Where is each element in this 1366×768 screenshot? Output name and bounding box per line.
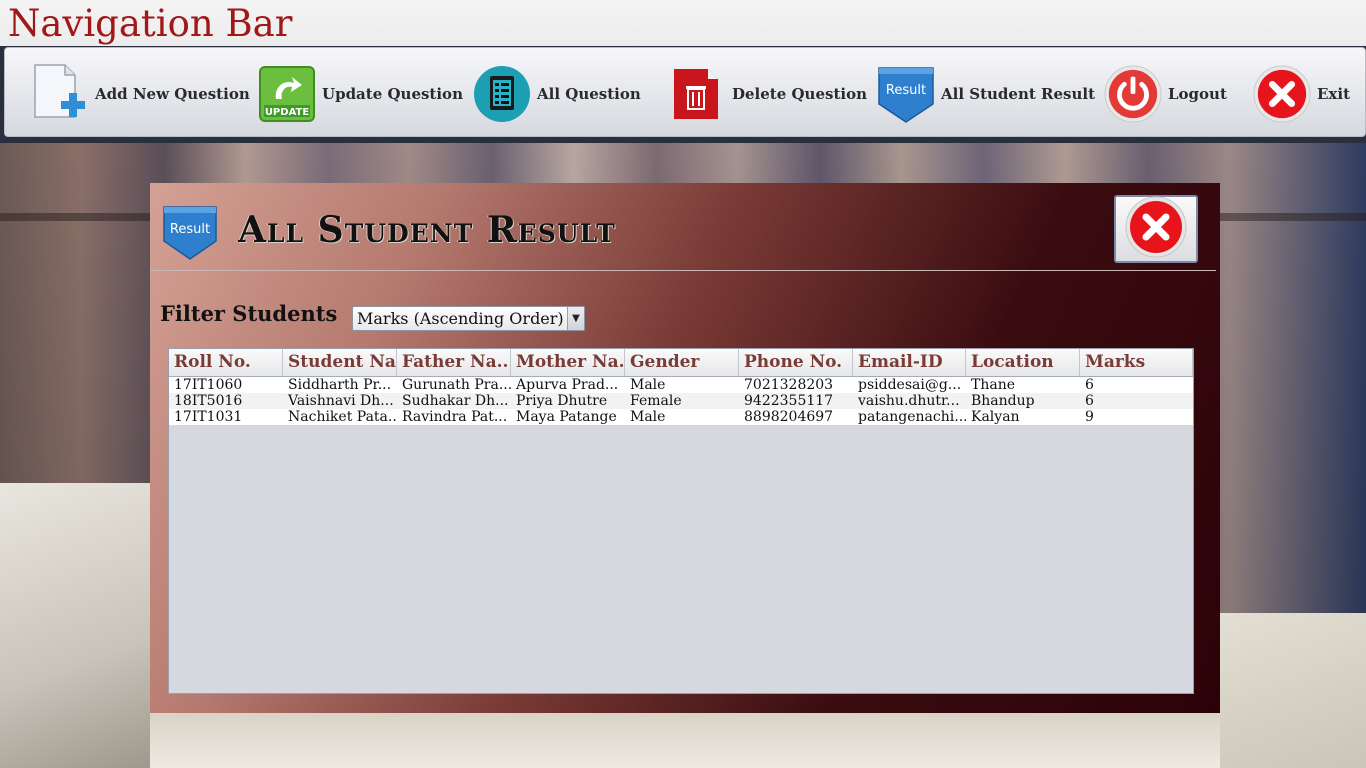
column-header[interactable]: Phone No. [739,349,853,376]
power-icon [1104,65,1162,123]
nav-update-question-button[interactable]: UPDATE Update Question [258,64,463,124]
table-cell: vaishu.dhutr... [858,393,960,409]
table-cell: Siddharth Pr... [288,377,392,393]
table-row[interactable]: 17IT1031 Nachiket Pata... Ravindra Pat..… [169,409,1193,425]
table-cell: 17IT1060 [174,377,243,393]
table-cell: Nachiket Pata... [288,409,397,425]
table-cell: 6 [1085,393,1094,409]
table-cell: patangenachi... [858,409,966,425]
filter-selected-value: Marks (Ascending Order) [357,309,564,328]
svg-text:Result: Result [886,83,926,98]
svg-text:UPDATE: UPDATE [265,107,310,118]
nav-add-new-question-button[interactable]: Add New Question [31,64,250,124]
table-cell: Apurva Prad... [516,377,619,393]
nav-exit-button[interactable]: Exit [1253,64,1350,124]
table-cell: 17IT1031 [174,409,243,425]
app-title: Navigation Bar [8,2,293,45]
nav-item-label: Update Question [322,85,463,103]
table-cell: Kalyan [971,409,1020,425]
filter-label: Filter Students [160,301,338,326]
result-badge-icon: Result [877,65,935,123]
divider [150,270,1216,271]
table-cell: 18IT5016 [174,393,243,409]
nav-all-question-button[interactable]: All Question [473,64,641,124]
trash-icon [668,65,726,123]
chevron-down-icon[interactable]: ▼ [567,307,584,330]
table-row[interactable]: 17IT1060 Siddharth Pr... Gurunath Pra...… [169,377,1193,393]
table-cell: Bhandup [971,393,1035,409]
table-cell: Priya Dhutre [516,393,608,409]
nav-item-label: All Question [537,85,641,103]
column-header[interactable]: Student Na... [283,349,397,376]
column-header[interactable]: Mother Na... [511,349,625,376]
nav-item-label: Delete Question [732,85,867,103]
table-cell: Maya Patange [516,409,617,425]
table-cell: 7021328203 [744,377,834,393]
table-header: Roll No. Student Na... Father Na... Moth… [169,349,1193,377]
add-document-icon [31,64,89,123]
table-cell: 9422355117 [744,393,834,409]
table-cell: psiddesai@g... [858,377,962,393]
nav-item-label: All Student Result [941,85,1095,103]
update-icon: UPDATE [258,65,316,123]
student-result-table[interactable]: Roll No. Student Na... Father Na... Moth… [168,348,1194,694]
table-cell: Thane [971,377,1016,393]
filter-select[interactable]: Marks (Ascending Order) ▼ [352,306,585,331]
navigation-bar: Add New Question UPDATE Update Question [4,47,1366,137]
close-icon [1253,65,1311,123]
nav-logout-button[interactable]: Logout [1104,64,1227,124]
close-panel-button[interactable] [1114,195,1198,263]
nav-item-label: Exit [1317,85,1351,103]
column-header[interactable]: Father Na... [397,349,511,376]
nav-delete-question-button[interactable]: Delete Question [668,64,867,124]
checklist-icon [473,65,531,123]
table-body: 17IT1060 Siddharth Pr... Gurunath Pra...… [169,377,1193,425]
nav-all-student-result-button[interactable]: Result All Student Result [877,64,1095,124]
table-cell: 6 [1085,377,1094,393]
column-header[interactable]: Marks [1080,349,1193,376]
table-cell: 9 [1085,409,1094,425]
result-badge-icon: Result [162,203,218,265]
table-cell: Vaishnavi Dh... [288,393,394,409]
table-cell: 8898204697 [744,409,834,425]
column-header[interactable]: Email-ID [853,349,966,376]
table-cell: Male [630,377,666,393]
table-cell: Ravindra Pat... [402,409,508,425]
panel-title: All Student Result [238,209,616,251]
table-cell: Male [630,409,666,425]
table-cell: Gurunath Pra... [402,377,511,393]
table-cell: Sudhakar Dh... [402,393,509,409]
table-cell: Female [630,393,682,409]
nav-item-label: Logout [1168,85,1227,103]
table-row[interactable]: 18IT5016 Vaishnavi Dh... Sudhakar Dh... … [169,393,1193,409]
all-student-result-panel: Result All Student Result Filter Student… [150,183,1220,713]
close-icon [1125,196,1187,262]
column-header[interactable]: Roll No. [169,349,283,376]
column-header[interactable]: Gender [625,349,739,376]
column-header[interactable]: Location [966,349,1080,376]
title-bar: Navigation Bar [0,0,1366,46]
nav-item-label: Add New Question [95,85,250,103]
svg-text:Result: Result [170,222,210,237]
